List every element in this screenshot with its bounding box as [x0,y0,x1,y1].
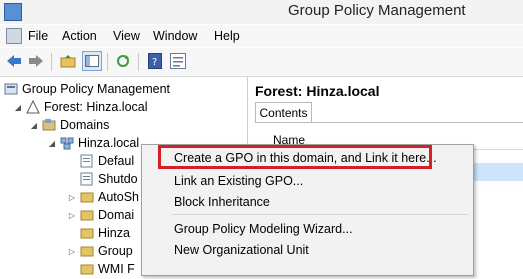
gpo-folder-icon [80,244,94,258]
ou-folder-icon [80,226,94,240]
menu-item-new-ou[interactable]: New Organizational Unit [174,243,309,257]
expander-closed-icon[interactable]: ▷ [68,247,76,256]
show-hide-tree-icon[interactable] [82,51,102,71]
ou-folder-icon [80,208,94,222]
tree-item-label: Shutdo [98,172,138,186]
tree-item-label: Forest: Hinza.local [44,100,148,114]
menu-window[interactable]: Window [153,29,197,43]
properties-icon[interactable] [168,51,188,71]
highlight-annotation [158,145,432,169]
menu-separator [172,214,468,215]
expander-open-icon[interactable]: ◢ [14,103,22,112]
toolbar-separator [107,53,108,71]
tree-item-root[interactable]: Group Policy Management [4,80,170,98]
forest-icon [26,99,40,114]
tree-item-label: Hinza.local [78,136,140,150]
expander-open-icon[interactable]: ◢ [30,121,38,130]
domain-icon [60,136,74,150]
tree-item-gpo-folder[interactable]: ▷ Group [68,242,133,260]
menu-item-modeling-wizard[interactable]: Group Policy Modeling Wizard... [174,222,353,236]
back-arrow-icon[interactable] [4,51,24,71]
title-bar: Group Policy Management [0,0,523,24]
window-title: Group Policy Management [288,2,466,19]
tree-item-label: Domains [60,118,110,132]
wmi-folder-icon [80,262,94,276]
tree-item-forest[interactable]: ◢ Forest: Hinza.local [14,98,148,116]
expander-closed-icon[interactable]: ▷ [68,193,76,202]
menu-help[interactable]: Help [214,29,240,43]
system-menu-icon[interactable] [6,28,22,44]
domains-folder-icon [42,118,56,132]
tree-item-label: WMI F [98,262,135,276]
menu-action[interactable]: Action [62,29,97,43]
tree-item-ou[interactable]: ▷ AutoSh [68,188,139,206]
svg-text:?: ? [152,57,157,68]
refresh-icon[interactable] [113,51,133,71]
folder-up-icon[interactable] [58,51,78,71]
expander-open-icon[interactable]: ◢ [48,139,56,148]
tab-contents[interactable]: Contents [255,102,312,123]
tree-item-gpo-link[interactable]: Defaul [80,152,134,170]
tree-item-ou[interactable]: ▷ Domai [68,206,134,224]
gpm-root-icon [4,82,18,96]
tree-item-label: Group [98,244,133,258]
menu-item-link-existing-gpo[interactable]: Link an Existing GPO... [174,174,303,188]
tree-item-domains[interactable]: ◢ Domains [30,116,109,134]
tree-item-label: Domai [98,208,135,222]
tree-item-label: AutoSh [98,190,140,204]
expander-closed-icon[interactable]: ▷ [68,211,76,220]
toolbar-separator [51,53,52,71]
app-icon[interactable] [4,3,22,21]
forward-arrow-icon[interactable] [26,51,46,71]
tree-item-label: Hinza [98,226,130,240]
ou-folder-icon [80,190,94,204]
tree-item-gpo-link[interactable]: Shutdo [80,170,138,188]
toolbar: ? [0,48,523,77]
menu-view[interactable]: View [113,29,140,43]
tree-item-ou[interactable]: Hinza [80,224,130,242]
tree-item-wmi-folder[interactable]: WMI F [80,260,135,278]
menu-file[interactable]: File [28,29,48,43]
gpo-link-icon [80,154,94,168]
menu-item-block-inheritance[interactable]: Block Inheritance [174,195,270,209]
toolbar-separator [138,53,139,71]
help-icon[interactable]: ? [145,51,165,71]
details-title: Forest: Hinza.local [255,83,380,99]
menu-bar: File Action View Window Help [0,25,523,47]
tree-item-label: Defaul [98,154,135,168]
tree-item-domain[interactable]: ◢ Hinza.local [48,134,139,152]
tree-item-label: Group Policy Management [22,82,170,96]
gpo-link-icon [80,172,94,186]
